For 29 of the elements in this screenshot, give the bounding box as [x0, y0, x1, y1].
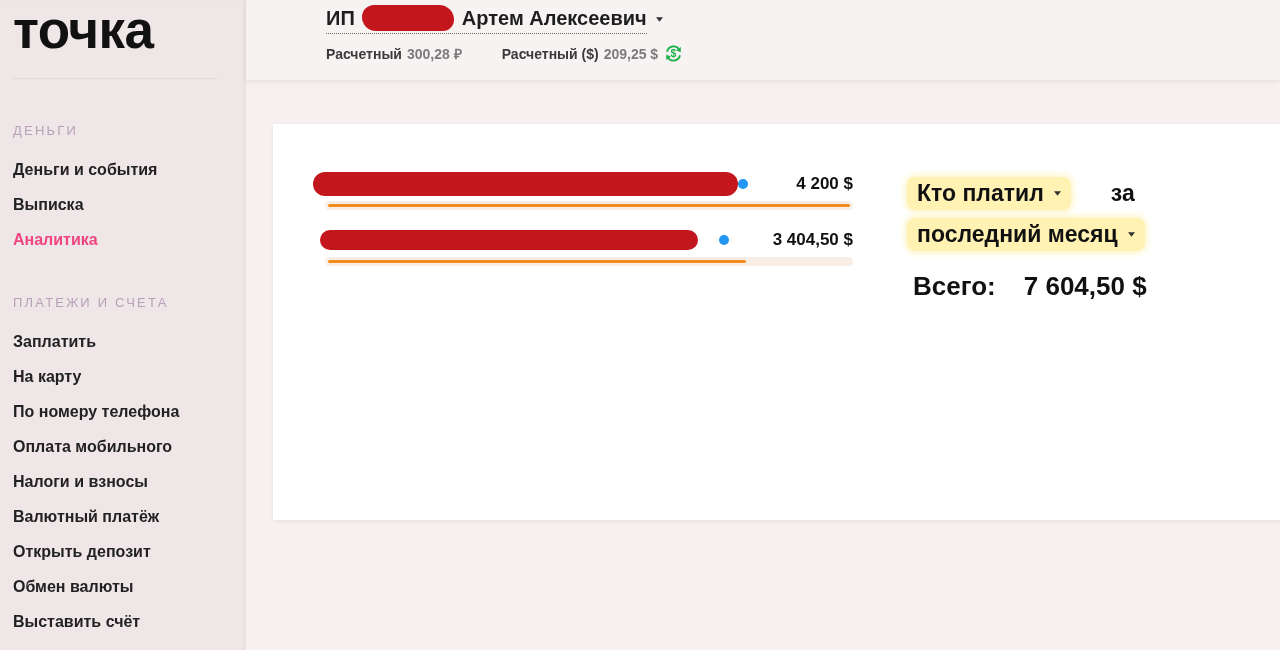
sidebar-item[interactable]: Налоги и взносы — [13, 465, 148, 500]
section-heading: ДЕНЬГИ — [13, 123, 78, 139]
account-name: Расчетный — [326, 45, 402, 62]
account-name: Расчетный ($) — [501, 45, 599, 62]
filter-dropdown[interactable]: последний месяц — [907, 218, 1145, 251]
caret-icon — [1127, 232, 1135, 237]
total-label: Всего: — [913, 271, 996, 302]
sidebar-item[interactable]: Деньги и события — [13, 153, 158, 188]
logo: точка — [13, 0, 154, 56]
filter-dropdown[interactable]: Кто платил — [907, 177, 1071, 210]
amount-text: 4 200 $ — [795, 174, 853, 194]
account-balance: 300,28 ₽ — [406, 45, 462, 63]
total-value: 7 604,50 $ — [1023, 271, 1147, 302]
sidebar-item[interactable]: Открыть депозит — [13, 535, 151, 570]
sidebar-item[interactable]: Выставить счёт — [13, 605, 141, 640]
sidebar-item[interactable]: По номеру телефона — [13, 395, 180, 430]
caret-icon — [1053, 191, 1061, 196]
sidebar-item[interactable]: Заплатить — [13, 325, 96, 360]
sidebar-item[interactable]: Валютный платёж — [13, 500, 160, 535]
filter-text: за — [1110, 180, 1135, 207]
sidebar-item[interactable]: На карту — [13, 360, 82, 395]
sidebar-item[interactable]: Обмен валюты — [13, 570, 134, 605]
amount-text: 3 404,50 $ — [771, 230, 853, 250]
sidebar-item[interactable]: Выписка — [13, 188, 84, 223]
sidebar-item[interactable]: Оплата мобильного — [13, 430, 173, 465]
account-balance: 209,25 $ — [603, 45, 659, 62]
section-heading: ПЛАТЕЖИ И СЧЕТА — [13, 295, 169, 311]
caret-icon — [655, 17, 663, 22]
account-owner-dropdown[interactable]: ИП Артем Алексеевич — [326, 5, 663, 34]
